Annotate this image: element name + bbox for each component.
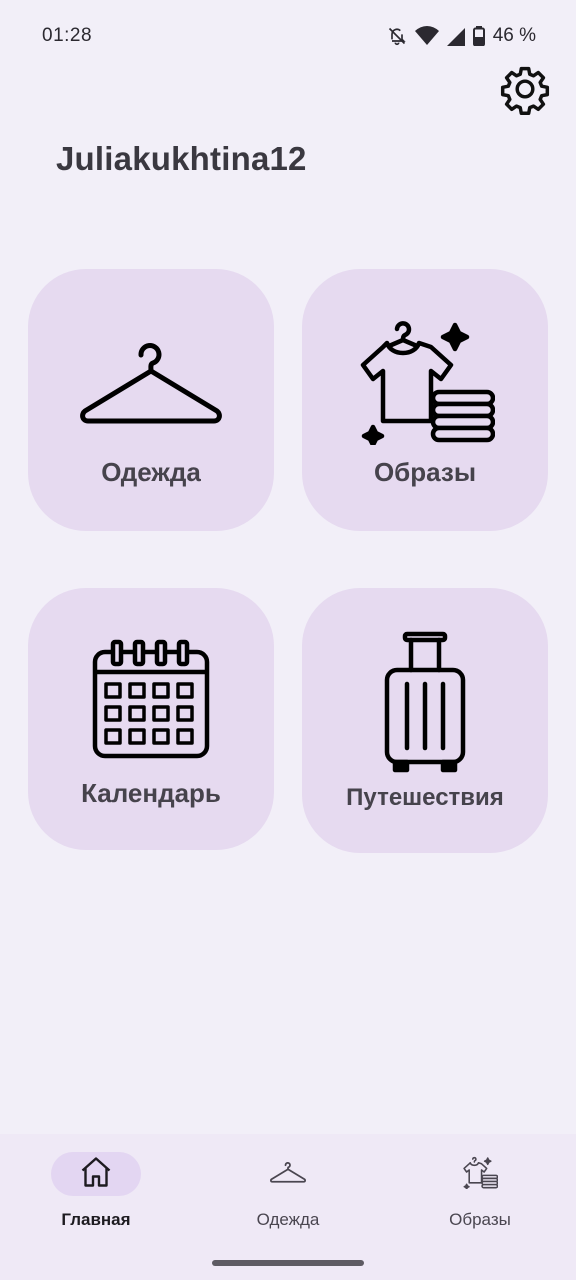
- nav-label-home: Главная: [61, 1210, 131, 1229]
- status-bar: 01:28 46 %: [0, 0, 576, 72]
- wifi-icon: [414, 26, 439, 46]
- travel-tile[interactable]: Путешествия: [302, 588, 548, 853]
- battery-percent: 46 %: [492, 25, 536, 46]
- calendar-icon: [91, 638, 211, 760]
- settings-button[interactable]: [496, 62, 554, 120]
- outfit-icon: [355, 313, 495, 445]
- cell-signal-icon: [446, 26, 465, 46]
- status-icons: 46 %: [387, 25, 536, 47]
- calendar-tile[interactable]: Календарь: [28, 588, 274, 850]
- nav-item-outfits[interactable]: Образы: [400, 1152, 560, 1242]
- hanger-icon: [79, 339, 223, 425]
- clothes-tile[interactable]: Одежда: [28, 269, 274, 531]
- username: Juliakukhtina12: [56, 140, 307, 177]
- nav-item-home[interactable]: Главная: [16, 1152, 176, 1242]
- nav-label-clothes: Одежда: [256, 1210, 320, 1229]
- mute-icon: [387, 26, 407, 46]
- battery-icon: [472, 26, 485, 46]
- home-icon: [78, 1154, 114, 1195]
- calendar-tile-label: Календарь: [81, 778, 221, 808]
- bottom-navigation: Главная Одежда Образы: [0, 1134, 576, 1280]
- nav-active-indicator: [51, 1152, 141, 1196]
- outfits-tile-label: Образы: [373, 457, 477, 487]
- gear-icon: [499, 63, 551, 120]
- hanger-icon: [270, 1160, 306, 1189]
- travel-tile-label: Путешествия: [346, 784, 504, 811]
- suitcase-icon: [383, 630, 467, 776]
- outfit-icon: [462, 1155, 499, 1194]
- gesture-handle[interactable]: [212, 1260, 364, 1266]
- clothes-tile-label: Одежда: [101, 457, 201, 487]
- outfits-tile[interactable]: Образы: [302, 269, 548, 531]
- nav-item-clothes[interactable]: Одежда: [208, 1152, 368, 1242]
- nav-label-outfits: Образы: [449, 1210, 511, 1229]
- status-time: 01:28: [42, 25, 93, 46]
